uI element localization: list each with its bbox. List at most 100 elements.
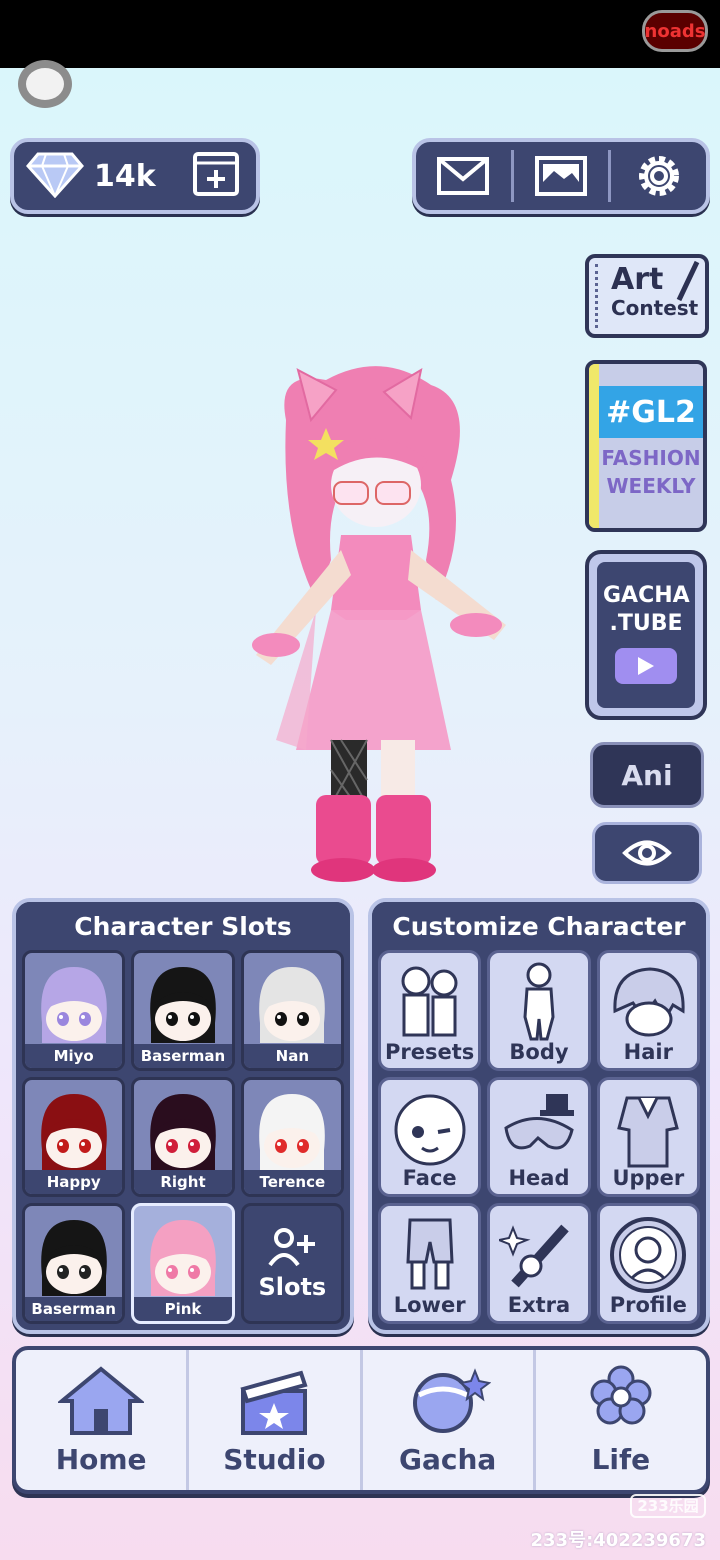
add-slots-label: Slots — [258, 1272, 327, 1301]
slot-baserman-2[interactable]: Baserman — [22, 1203, 126, 1324]
slot-baserman[interactable]: Baserman — [131, 950, 235, 1071]
presets-label: Presets — [385, 1039, 475, 1064]
home-icon — [58, 1366, 145, 1435]
art-contest-card[interactable]: Art Contest — [585, 254, 709, 338]
profile-label: Profile — [609, 1292, 687, 1317]
add-video-icon[interactable] — [192, 151, 240, 201]
slot-name: Baserman — [25, 1296, 123, 1321]
upper-label: Upper — [612, 1166, 685, 1191]
profile-button[interactable]: Profile — [596, 1203, 700, 1324]
mail-icon — [437, 157, 490, 195]
nav-gacha-label: Gacha — [398, 1443, 497, 1476]
fashion-weekly-card[interactable]: #GL2 FASHION WEEKLY — [585, 360, 707, 532]
character-face-avatar — [40, 1093, 107, 1170]
slot-name: Right — [134, 1170, 232, 1195]
top-right-toolbar — [412, 138, 710, 214]
gallery-button[interactable] — [514, 142, 609, 210]
fashion-label: FASHION — [601, 446, 701, 470]
face-icon — [394, 1094, 466, 1166]
hair-button[interactable]: Hair — [596, 950, 700, 1071]
add-user-icon — [268, 1227, 316, 1266]
slot-name: Pink — [134, 1296, 232, 1321]
settings-button[interactable] — [611, 142, 706, 210]
watermark-id: 233号:402239673 — [530, 1530, 707, 1551]
character-face-avatar — [150, 1093, 216, 1170]
presets-icon — [401, 966, 458, 1037]
presets-button[interactable]: Presets — [378, 950, 482, 1071]
weekly-label: WEEKLY — [606, 474, 696, 498]
gacha-tube-card[interactable]: GACHA .TUBE — [585, 550, 707, 720]
head-label: Head — [508, 1166, 570, 1191]
slot-miyo[interactable]: Miyo — [22, 950, 126, 1071]
nav-home[interactable]: Home — [16, 1350, 186, 1490]
upper-button[interactable]: Upper — [596, 1076, 700, 1198]
lower-clothing-icon — [406, 1218, 454, 1290]
body-button[interactable]: Body — [487, 950, 591, 1071]
customize-character-panel: Customize Character Presets Body Hair Fa… — [368, 898, 710, 1334]
customize-character-title: Customize Character — [372, 902, 706, 950]
character-face-avatar — [259, 967, 326, 1043]
lower-label: Lower — [393, 1292, 466, 1317]
studio-clapper-icon — [240, 1370, 308, 1435]
body-icon — [523, 962, 555, 1041]
slot-pink-selected[interactable]: Pink — [131, 1203, 235, 1324]
currency-panel: 14k — [10, 138, 260, 214]
head-button[interactable]: Head — [487, 1076, 591, 1198]
extra-button[interactable]: Extra — [487, 1203, 591, 1324]
slot-name: Terence — [243, 1170, 341, 1195]
upper-clothing-icon — [617, 1096, 680, 1168]
hair-icon — [613, 967, 685, 1037]
character-slots-panel: Character Slots Miyo Baserman Nan Happy … — [12, 898, 354, 1334]
slot-name: Baserman — [134, 1043, 232, 1068]
lower-button[interactable]: Lower — [378, 1203, 482, 1324]
toggle-view-button[interactable] — [592, 822, 702, 884]
gallery-icon — [535, 156, 587, 196]
face-button[interactable]: Face — [378, 1076, 482, 1198]
settings-gear-icon — [638, 156, 679, 196]
diamond-icon — [26, 150, 84, 202]
character-face-avatar — [259, 1093, 326, 1170]
character-face-avatar — [40, 1220, 107, 1297]
noads-button[interactable]: noads — [642, 10, 708, 52]
watermark-badge: 233乐园 — [630, 1494, 706, 1518]
character-slots-title: Character Slots — [16, 902, 350, 950]
nav-life[interactable]: Life — [532, 1350, 706, 1490]
character-preview[interactable] — [236, 360, 526, 890]
mail-button[interactable] — [416, 142, 511, 210]
life-flower-icon — [590, 1365, 652, 1425]
character-face-avatar — [40, 967, 107, 1043]
play-icon — [615, 648, 677, 684]
body-label: Body — [509, 1039, 569, 1064]
bottom-navigation: Home Studio Gacha Life — [12, 1346, 710, 1494]
character-face-avatar — [150, 1220, 216, 1297]
head-accessory-icon — [504, 1093, 574, 1150]
slot-terence[interactable]: Terence — [240, 1076, 344, 1198]
add-slots-button[interactable]: Slots — [240, 1203, 344, 1324]
slot-nan[interactable]: Nan — [240, 950, 344, 1071]
nav-gacha[interactable]: Gacha — [359, 1350, 533, 1490]
eye-icon — [622, 840, 672, 866]
gacha-tube-line2: .TUBE — [609, 611, 683, 636]
slot-name: Happy — [25, 1170, 123, 1195]
system-top-bar: noads — [0, 0, 720, 68]
slot-right[interactable]: Right — [131, 1076, 235, 1198]
nav-life-label: Life — [591, 1443, 651, 1476]
hair-label: Hair — [623, 1039, 673, 1064]
gacha-tube-line1: GACHA — [603, 583, 690, 608]
profile-icon — [610, 1217, 687, 1294]
back-circle-button[interactable] — [18, 60, 72, 108]
pencil-icon — [676, 260, 700, 302]
character-face-avatar — [150, 967, 216, 1043]
slot-name: Miyo — [25, 1043, 123, 1068]
gl2-tag: #GL2 — [599, 386, 703, 438]
gem-count: 14k — [94, 158, 156, 194]
ani-button[interactable]: Ani — [590, 742, 704, 808]
nav-studio[interactable]: Studio — [186, 1350, 359, 1490]
slot-happy[interactable]: Happy — [22, 1076, 126, 1198]
gacha-orb-icon — [412, 1368, 491, 1433]
extra-weapon-icon — [498, 1224, 569, 1288]
slot-name: Nan — [243, 1043, 341, 1068]
extra-label: Extra — [507, 1292, 571, 1317]
nav-studio-label: Studio — [223, 1443, 326, 1476]
nav-home-label: Home — [55, 1443, 147, 1476]
